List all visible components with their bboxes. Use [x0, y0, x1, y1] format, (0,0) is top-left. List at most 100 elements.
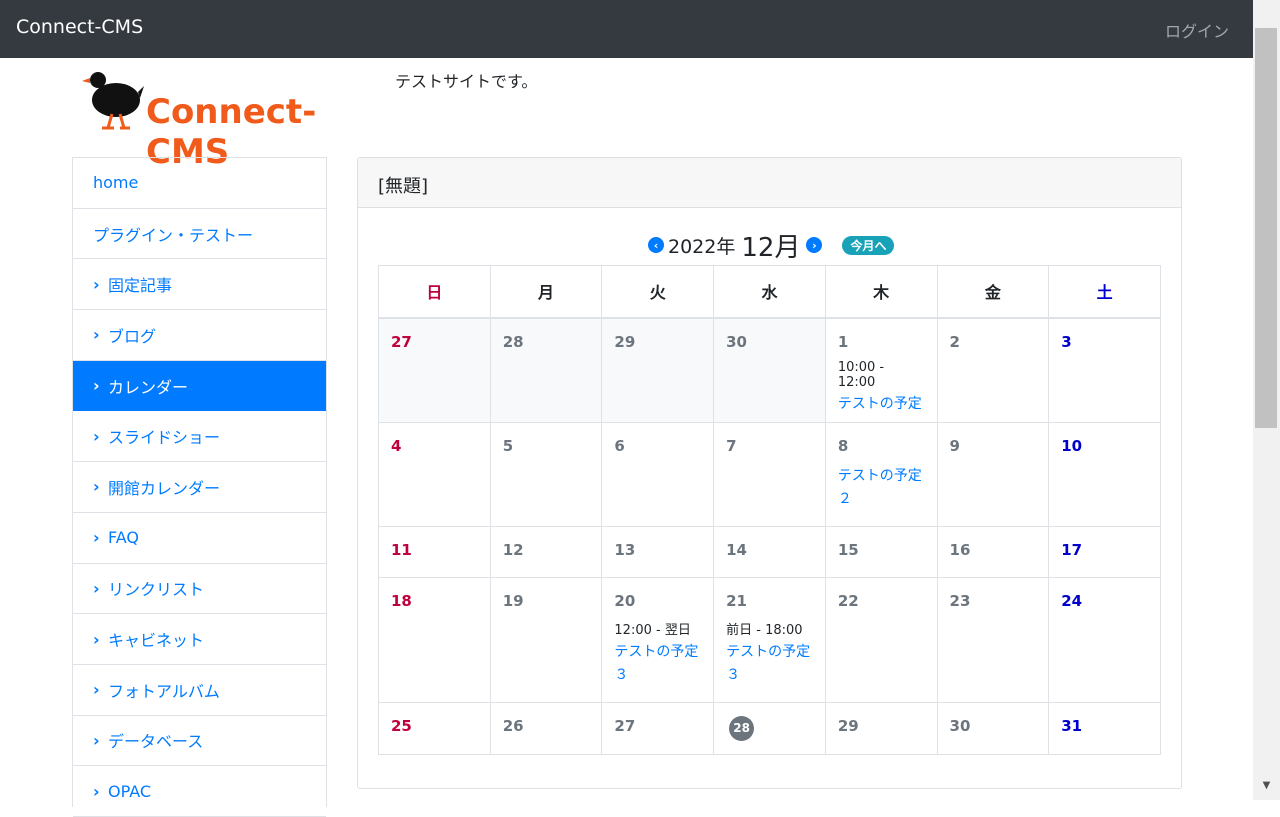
sidebar-item-label: キャビネット — [108, 631, 205, 651]
calendar-day-cell[interactable]: 29 — [824, 701, 938, 755]
top-navbar: Connect-CMS ログイン — [0, 0, 1253, 58]
event-time: 前日 - 18:00 — [726, 622, 803, 638]
site-tagline: テストサイトです。 — [395, 72, 538, 91]
calendar-day-cell[interactable]: 31 — [1048, 701, 1161, 755]
day-number: 16 — [949, 540, 971, 559]
calendar-month-nav: ‹ 2022年 12月 › 今月へ — [648, 228, 895, 263]
event-link[interactable]: テストの予定３ — [614, 641, 701, 687]
sidebar-item-label: リンクリスト — [108, 580, 205, 600]
event-link[interactable]: テストの予定３ — [726, 641, 813, 687]
sidebar-item-label: FAQ — [108, 528, 139, 548]
calendar-day-cell[interactable]: 5 — [489, 421, 603, 527]
calendar-week-row: 27 28 29 30 1 10:00 - 12:00 テストの予定 2 3 — [378, 317, 1161, 423]
sidebar-item-3[interactable]: › ブログ — [73, 310, 326, 361]
calendar-day-cell[interactable]: 22 — [824, 576, 938, 703]
next-month-icon[interactable]: › — [806, 237, 823, 253]
calendar-day-cell[interactable]: 7 — [713, 421, 826, 527]
sidebar-item-label: カレンダー — [108, 377, 189, 397]
calendar-day-cell[interactable]: 16 — [936, 525, 1050, 578]
sidebar-item-5[interactable]: › スライドショー — [73, 411, 326, 463]
sidebar-item-12[interactable]: › OPAC — [73, 766, 326, 817]
sidebar-item-label: プラグイン・テストー — [93, 225, 254, 245]
calendar-day-cell[interactable]: 24 — [1048, 576, 1161, 703]
sidebar-item-8[interactable]: › リンクリスト — [73, 564, 326, 615]
day-number: 19 — [502, 591, 524, 610]
calendar-day-cell[interactable]: 18 — [378, 576, 491, 703]
sidebar-item-10[interactable]: › フォトアルバム — [73, 665, 326, 716]
calendar-day-cell[interactable]: 1 10:00 - 12:00 テストの予定 — [824, 317, 938, 423]
sidebar-item-9[interactable]: › キャビネット — [73, 614, 326, 665]
calendar-day-cell[interactable]: 21 前日 - 18:00 テストの予定３ — [713, 576, 826, 703]
calendar-day-cell[interactable]: 17 — [1048, 525, 1161, 578]
chevron-right-icon: › — [93, 629, 100, 649]
sidebar-item-2[interactable]: › 固定記事 — [73, 259, 326, 311]
calendar-day-cell[interactable]: 4 — [378, 421, 491, 527]
site-logo[interactable]: Connect-CMS — [80, 66, 385, 172]
sidebar-item-label: 開館カレンダー — [108, 478, 221, 498]
weekday-header: 木 — [824, 265, 938, 319]
calendar-day-cell[interactable]: 30 — [936, 701, 1050, 755]
day-number: 27 — [391, 332, 412, 351]
sidebar-item-11[interactable]: › データベース — [73, 716, 326, 767]
calendar-day-cell[interactable]: 3 — [1048, 317, 1161, 423]
day-number: 7 — [726, 436, 737, 455]
day-number: 3 — [1061, 332, 1072, 351]
calendar-day-cell[interactable]: 8 テストの予定２ — [824, 421, 938, 527]
day-number: 14 — [726, 540, 747, 559]
calendar-day-cell[interactable]: 9 — [936, 421, 1050, 527]
chevron-right-icon: › — [93, 325, 100, 345]
panel-title: [無題] — [358, 158, 1181, 208]
current-month-button[interactable]: 今月へ — [842, 235, 895, 255]
scrollbar-thumb[interactable] — [1255, 28, 1277, 428]
calendar-day-cell[interactable]: 25 — [378, 701, 491, 755]
site-brand-link[interactable]: Connect-CMS — [16, 16, 143, 38]
sidebar-item-4[interactable]: › カレンダー — [73, 360, 326, 412]
sidebar-item-1[interactable]: プラグイン・テストー — [73, 209, 326, 260]
calendar-day-cell[interactable]: 6 — [601, 421, 715, 527]
prev-month-icon[interactable]: ‹ — [648, 237, 664, 253]
calendar-day-cell[interactable]: 28 — [713, 701, 826, 755]
day-number: 29 — [614, 332, 636, 351]
calendar-day-cell[interactable]: 20 12:00 - 翌日 テストの予定３ — [601, 576, 715, 703]
weekday-header: 土 — [1048, 265, 1161, 319]
day-number: 30 — [949, 716, 971, 735]
day-number: 30 — [726, 332, 747, 351]
calendar-day-cell[interactable]: 14 — [713, 525, 826, 578]
login-link[interactable]: ログイン — [1165, 18, 1229, 42]
day-number: 28 — [502, 332, 524, 351]
sidebar-item-6[interactable]: › 開館カレンダー — [73, 462, 326, 513]
event-link[interactable]: テストの予定 — [838, 393, 925, 416]
day-number: 1 — [837, 332, 849, 351]
event-time: 12:00 - 翌日 — [614, 622, 691, 638]
calendar-week-row: 25 26 27 28 29 30 31 — [378, 701, 1161, 755]
calendar-day-cell[interactable]: 10 — [1048, 421, 1161, 527]
calendar-day-cell[interactable]: 29 — [601, 317, 715, 423]
calendar-day-cell[interactable]: 27 — [378, 317, 491, 423]
day-number: 23 — [949, 591, 971, 610]
day-number: 26 — [502, 716, 524, 735]
day-number: 6 — [614, 436, 625, 455]
calendar-panel: [無題] ‹ 2022年 12月 › 今月へ 日月火水木金土 27 28 29 30 1… — [357, 157, 1182, 789]
calendar-day-cell[interactable]: 26 — [489, 701, 603, 755]
day-number: 24 — [1061, 591, 1083, 610]
calendar-day-cell[interactable]: 15 — [824, 525, 938, 578]
calendar-day-cell[interactable]: 30 — [713, 317, 826, 423]
calendar-day-cell[interactable]: 27 — [601, 701, 715, 755]
calendar-day-cell[interactable]: 12 — [489, 525, 603, 578]
sidebar-item-label: データベース — [108, 732, 204, 752]
calendar-day-cell[interactable]: 23 — [936, 576, 1050, 703]
sidebar-item-0[interactable]: home — [73, 158, 326, 209]
event-link[interactable]: テストの予定２ — [838, 465, 925, 511]
vertical-scrollbar[interactable]: ▲ ▼ — [1253, 0, 1280, 800]
calendar-day-cell[interactable]: 2 — [936, 317, 1050, 423]
scroll-down-arrow-icon[interactable]: ▼ — [1253, 776, 1280, 796]
weekday-header: 日 — [378, 265, 491, 319]
chevron-right-icon: › — [93, 477, 100, 497]
sidebar-item-7[interactable]: › FAQ — [73, 513, 326, 564]
calendar-day-cell[interactable]: 13 — [601, 525, 715, 578]
calendar-day-cell[interactable]: 11 — [378, 525, 491, 578]
calendar-week-row: 18 19 20 12:00 - 翌日 テストの予定３ 21 前日 - 18:00 テストの予… — [378, 576, 1161, 703]
calendar-day-cell[interactable]: 19 — [489, 576, 603, 703]
calendar-grid: 日月火水木金土 27 28 29 30 1 10:00 - 12:00 テストの予定 2 3 4 5… — [378, 265, 1161, 755]
calendar-day-cell[interactable]: 28 — [489, 317, 603, 423]
